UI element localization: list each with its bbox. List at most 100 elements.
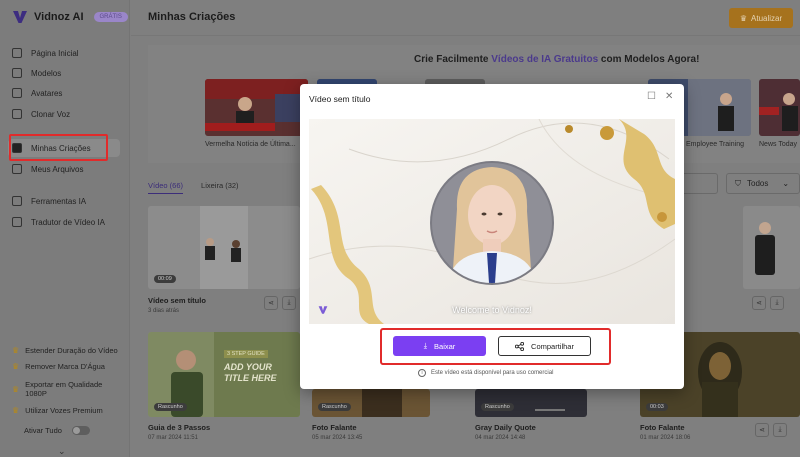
share-icon[interactable]: ⋖ [264,296,278,310]
duration-badge: 00:09 [154,275,176,283]
promo-extend-duration[interactable]: ♛ Estender Duração do Vídeo [12,346,124,355]
vidnoz-logo-icon [13,11,27,23]
tools-icon [12,196,22,206]
template-icon [12,68,22,78]
video-card-4-title: Gray Daily Quote [475,423,536,432]
sidebar-item-my-files[interactable]: Meus Arquivos [8,160,120,178]
video-card-4-date: 04 mar 2024 14:48 [475,435,526,441]
video-card-5-actions: ⋖ ⤓ [755,423,787,437]
banner-title-pre: Crie Facilmente [414,54,492,65]
share-icon[interactable]: ⋖ [755,423,769,437]
sidebar-item-clone-voice[interactable]: Clonar Voz [8,105,120,123]
template-thumb-label: Employee Training [686,141,744,148]
crown-icon: ♛ [12,406,20,415]
promo-label: Remover Marca D'Água [25,362,105,371]
sidebar-item-templates[interactable]: Modelos [8,64,120,82]
chevron-down-icon: ⌄ [782,179,790,188]
modal-title: Vídeo sem título [309,94,371,104]
video-card-3-title: Foto Falante [312,423,357,432]
translate-icon [12,217,22,227]
sidebar-item-label: Meus Arquivos [31,164,84,174]
enable-all-row: Ativar Tudo [24,426,90,435]
video-preview[interactable]: Welcome to Vidnoz! [309,119,675,324]
commercial-use-text: Este vídeo está disponível para uso come… [431,370,554,376]
enable-all-toggle[interactable] [71,426,90,435]
share-icon[interactable]: ⋖ [752,296,766,310]
sidebar-item-label: Página Inicial [31,48,79,58]
video-card-5-title: Foto Falante [640,423,685,432]
sidebar-item-label: Avatares [31,88,63,98]
home-icon [12,48,22,58]
template-overlay-title: ADD YOUR TITLE HERE [224,362,277,383]
download-icon[interactable]: ⤓ [773,423,787,437]
upgrade-button[interactable]: ♛ Atualizar [729,8,793,28]
crown-icon: ♛ [12,346,20,355]
sidebar-item-label: Ferramentas IA [31,196,87,206]
promo-remove-watermark[interactable]: ♛ Remover Marca D'Água [12,362,124,371]
filter-select[interactable]: ⛉ Todos ⌄ [726,173,800,194]
crown-icon: ♛ [739,13,748,23]
cloud-icon [12,164,22,174]
avatar-icon [12,88,22,98]
share-button[interactable]: Compartilhar [498,336,591,356]
share-icon [515,341,525,351]
maximize-icon[interactable]: ☐ [647,91,656,102]
close-icon[interactable]: ✕ [665,91,673,102]
draft-badge: Rascunho [318,403,351,411]
promo-label: Estender Duração do Vídeo [25,346,118,355]
template-thumb-breaking-news[interactable] [205,79,308,136]
download-icon[interactable]: ⤓ [282,296,296,310]
sidebar-item-label: Tradutor de Vídeo IA [31,217,105,227]
tab-trash[interactable]: Lixeira (32) [201,181,239,194]
sidebar-item-ai-tools[interactable]: Ferramentas IA [8,192,120,210]
tab-video[interactable]: Vídeo (66) [148,181,184,194]
draft-badge: Rascunho [154,403,187,411]
banner-title-post: com Modelos Agora! [598,54,700,65]
highlight-my-creations [9,134,108,161]
banner-title-accent: Vídeos de IA Gratuitos [491,54,599,65]
template-thumb-label: Vermelha Notícia de Última... [205,141,296,148]
sidebar-item-label: Modelos [31,68,62,78]
template-thumb-news-today[interactable] [759,79,800,136]
page-title: Minhas Criações [148,11,236,23]
video-card-2-title: Guia de 3 Passos [148,423,211,432]
chevron-down-icon[interactable]: ⌄ [58,446,66,457]
enable-all-label: Ativar Tudo [24,426,62,435]
info-icon: i [418,369,426,377]
filter-label: Todos [747,179,769,188]
video-card-5-date: 01 mar 2024 18:06 [640,435,691,441]
filter-icon: ⛉ [735,178,741,188]
brand-name: Vidnoz AI [34,11,84,23]
sidebar-item-avatars[interactable]: Avatares [8,84,120,102]
download-label: Baixar [434,341,456,351]
promo-premium-voices[interactable]: ♛ Utilizar Vozes Premium [12,406,124,415]
download-button[interactable]: ⤓ Baixar [393,336,486,356]
video-watermark: Welcome to Vidnoz! [452,305,532,315]
promo-export-1080p[interactable]: ♛ Exportar em Qualidade 1080P [12,380,124,398]
commercial-use-note: i Este vídeo está disponível para uso co… [418,369,553,377]
share-label: Compartilhar [531,341,574,351]
download-icon: ⤓ [423,341,428,350]
promo-label: Exportar em Qualidade 1080P [25,380,103,398]
video-card-2-thumbnail[interactable]: 3 STEP GUIDE ADD YOUR TITLE HERE Rascunh… [148,332,300,417]
promo-label: Utilizar Vozes Premium [25,406,103,415]
video-card-avatar-thumbnail[interactable] [743,206,800,289]
tabs: Vídeo (66) Lixeira (32) [148,181,239,194]
video-card-1-date: 3 dias atrás [148,308,180,314]
crown-icon: ♛ [12,384,20,394]
voice-icon [12,109,22,119]
sidebar-item-video-translator[interactable]: Tradutor de Vídeo IA [8,213,120,231]
video-card-1-thumbnail[interactable]: 00:09 [148,206,300,289]
brand[interactable]: Vidnoz AI GRÁTIS [12,9,128,25]
video-card-1-actions: ⋖ ⤓ [264,296,296,310]
video-card-2-date: 07 mar 2024 11:51 [148,435,198,441]
sidebar-item-home[interactable]: Página Inicial [8,44,120,62]
draft-badge: Rascunho [481,403,514,411]
template-thumb-label: News Today [759,141,798,148]
sidebar-item-label: Clonar Voz [31,109,71,119]
video-card-3-thumbnail[interactable]: Rascunho [312,389,430,417]
download-icon[interactable]: ⤓ [770,296,784,310]
video-card-4-thumbnail[interactable]: Rascunho [475,389,587,417]
free-badge: GRÁTIS [93,12,128,22]
video-card-avatar-actions: ⋖ ⤓ [752,296,784,310]
